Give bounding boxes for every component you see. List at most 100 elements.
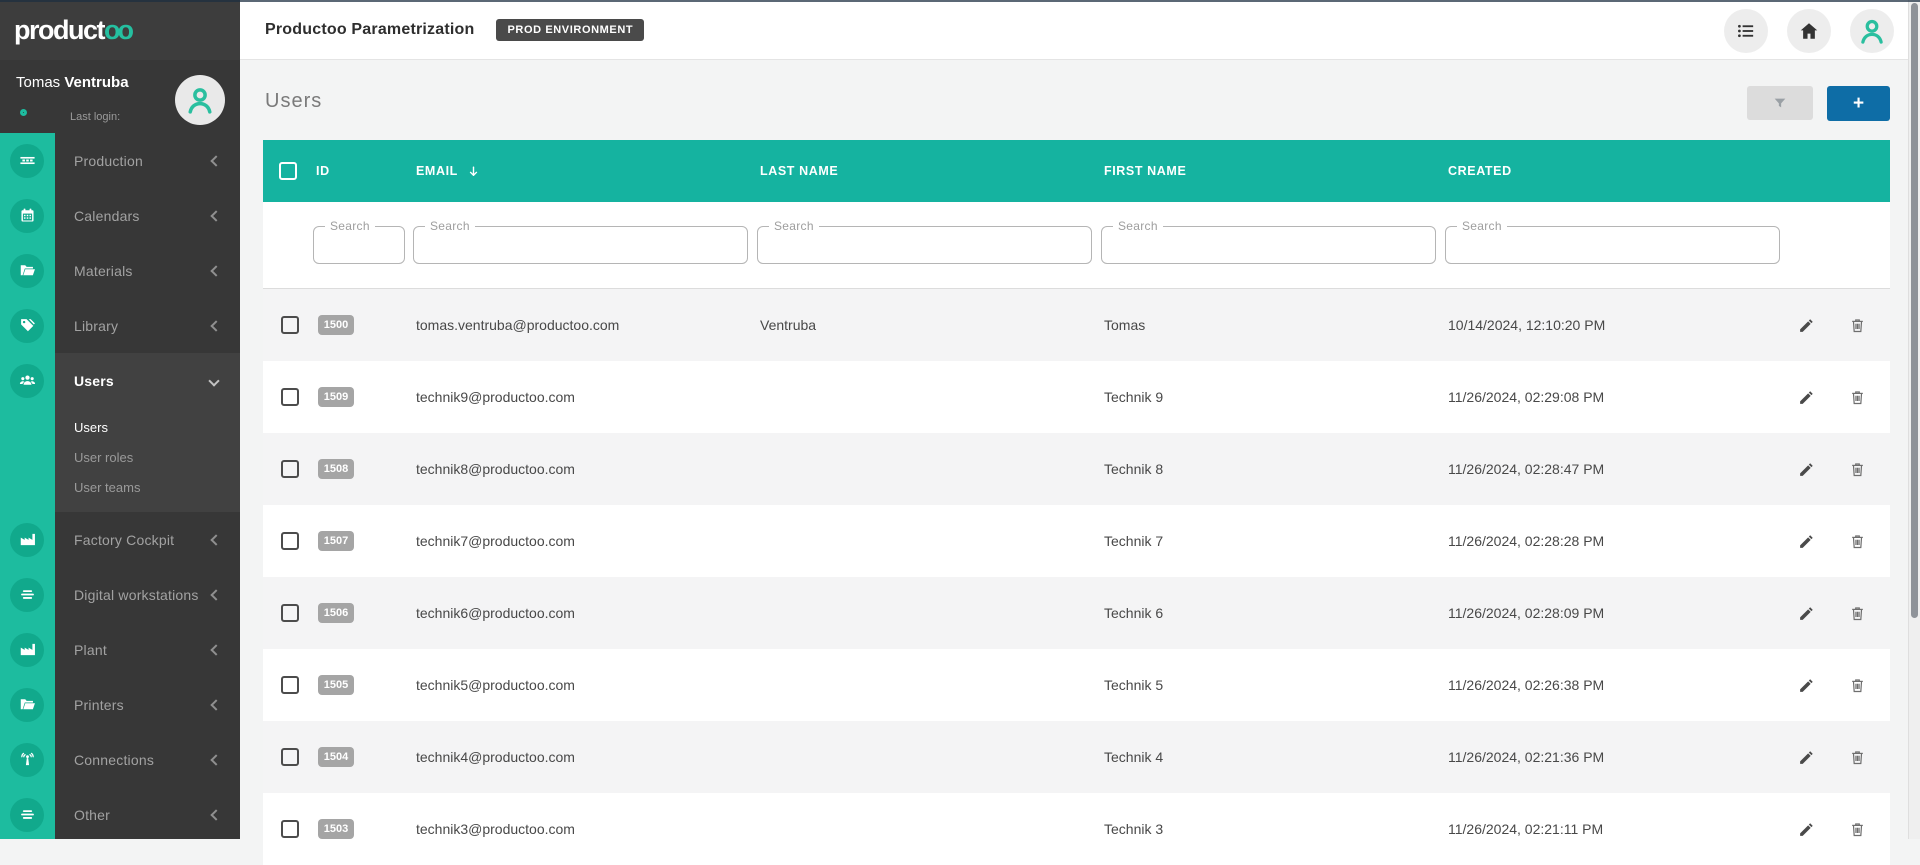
trash-icon	[1849, 317, 1866, 334]
column-header-last-name[interactable]: LAST NAME	[757, 164, 1101, 178]
cell-email: technik9@productoo.com	[413, 389, 757, 405]
row-checkbox[interactable]	[281, 604, 299, 622]
sidebar-item-factory-cockpit[interactable]: Factory Cockpit	[0, 512, 240, 567]
trash-icon	[1849, 821, 1866, 838]
submenu-item-users[interactable]: Users	[74, 412, 240, 442]
factory-icon	[10, 633, 44, 667]
cell-email: technik7@productoo.com	[413, 533, 757, 549]
id-badge: 1508	[318, 459, 354, 479]
edit-button[interactable]	[1797, 748, 1815, 766]
edit-button[interactable]	[1797, 604, 1815, 622]
table-header-row: ID EMAIL LAST NAME FIRST NAME CREATED	[263, 140, 1890, 202]
sidebar-item-production[interactable]: Production	[0, 133, 240, 188]
sidebar-item-users[interactable]: Users	[0, 353, 240, 408]
search-label: Search	[1113, 219, 1163, 233]
delete-button[interactable]	[1848, 676, 1866, 694]
row-checkbox[interactable]	[281, 388, 299, 406]
productoo-logo[interactable]: productoo	[14, 15, 131, 46]
edit-button[interactable]	[1797, 532, 1815, 550]
table-row: 1507 technik7@productoo.com Technik 7 11…	[263, 505, 1890, 577]
sidebar-item-printers[interactable]: Printers	[0, 677, 240, 732]
pencil-icon	[1798, 389, 1815, 406]
column-header-email[interactable]: EMAIL	[413, 164, 757, 178]
row-checkbox[interactable]	[281, 676, 299, 694]
cell-first-name: Technik 5	[1101, 677, 1445, 693]
id-badge: 1505	[318, 675, 354, 695]
cell-created: 11/26/2024, 02:26:38 PM	[1445, 677, 1780, 693]
user-avatar[interactable]	[175, 75, 225, 125]
sidebar-users-group: Users Users User roles User teams	[0, 353, 240, 512]
edit-button[interactable]	[1797, 820, 1815, 838]
row-checkbox[interactable]	[281, 316, 299, 334]
cell-email: tomas.ventruba@productoo.com	[413, 317, 757, 333]
sidebar-item-library[interactable]: Library	[0, 298, 240, 353]
page-actions: +	[1747, 86, 1890, 121]
column-header-label: EMAIL	[416, 164, 458, 178]
delete-button[interactable]	[1848, 748, 1866, 766]
sidebar-menu: Production Calendars Materials Library	[0, 133, 240, 839]
submenu-item-user-teams[interactable]: User teams	[74, 472, 240, 502]
pencil-icon	[1798, 317, 1815, 334]
sidebar-item-label: Calendars	[74, 208, 140, 224]
id-badge: 1507	[318, 531, 354, 551]
select-all-checkbox[interactable]	[279, 162, 297, 180]
delete-button[interactable]	[1848, 532, 1866, 550]
search-box-id: Search	[313, 226, 405, 264]
filter-button[interactable]	[1747, 86, 1813, 120]
delete-button[interactable]	[1848, 388, 1866, 406]
scrollbar-thumb[interactable]	[1911, 3, 1918, 618]
add-user-button[interactable]: +	[1827, 86, 1890, 121]
delete-button[interactable]	[1848, 820, 1866, 838]
sidebar-item-label: Users	[74, 373, 114, 389]
list-menu-button[interactable]	[1724, 9, 1768, 53]
app-title: Productoo Parametrization	[265, 21, 474, 39]
sidebar: productoo Tomas Ventruba Last login: Pro…	[0, 0, 240, 839]
online-status-icon	[20, 109, 27, 116]
sidebar-item-plant[interactable]: Plant	[0, 622, 240, 677]
home-button[interactable]	[1787, 9, 1831, 53]
sidebar-item-digital-workstations[interactable]: Digital workstations	[0, 567, 240, 622]
column-header-id[interactable]: ID	[313, 164, 413, 178]
sidebar-item-connections[interactable]: Connections	[0, 732, 240, 787]
delete-button[interactable]	[1848, 604, 1866, 622]
filter-funnel-icon	[1772, 95, 1788, 111]
chevron-left-icon	[210, 699, 221, 710]
edit-button[interactable]	[1797, 388, 1815, 406]
list-icon	[1735, 20, 1757, 42]
antenna-icon	[10, 743, 44, 777]
trash-icon	[1849, 389, 1866, 406]
profile-button[interactable]	[1850, 9, 1894, 53]
edit-button[interactable]	[1797, 316, 1815, 334]
cell-first-name: Technik 3	[1101, 821, 1445, 837]
sidebar-item-materials[interactable]: Materials	[0, 243, 240, 298]
row-checkbox[interactable]	[281, 748, 299, 766]
edit-button[interactable]	[1797, 676, 1815, 694]
chevron-down-icon	[208, 375, 219, 386]
window-top-edge	[0, 0, 1920, 2]
folder-open-icon	[10, 254, 44, 288]
search-box-last-name: Search	[757, 226, 1092, 264]
cell-created: 11/26/2024, 02:28:47 PM	[1445, 461, 1780, 477]
row-checkbox[interactable]	[281, 460, 299, 478]
cell-first-name: Tomas	[1101, 317, 1445, 333]
delete-button[interactable]	[1848, 460, 1866, 478]
chevron-left-icon	[210, 589, 221, 600]
edit-button[interactable]	[1797, 460, 1815, 478]
sidebar-item-label: Materials	[74, 263, 133, 279]
cell-first-name: Technik 9	[1101, 389, 1445, 405]
sort-desc-icon	[467, 165, 480, 178]
chevron-left-icon	[210, 155, 221, 166]
sidebar-item-other[interactable]: Other	[0, 787, 240, 842]
folder-open-icon	[10, 688, 44, 722]
delete-button[interactable]	[1848, 316, 1866, 334]
column-header-created[interactable]: CREATED	[1445, 164, 1780, 178]
row-checkbox[interactable]	[281, 532, 299, 550]
column-header-first-name[interactable]: FIRST NAME	[1101, 164, 1445, 178]
chevron-left-icon	[210, 809, 221, 820]
environment-badge: PROD ENVIRONMENT	[496, 19, 644, 41]
id-badge: 1500	[318, 315, 354, 335]
sidebar-item-calendars[interactable]: Calendars	[0, 188, 240, 243]
row-checkbox[interactable]	[281, 820, 299, 838]
pencil-icon	[1798, 605, 1815, 622]
submenu-item-user-roles[interactable]: User roles	[74, 442, 240, 472]
